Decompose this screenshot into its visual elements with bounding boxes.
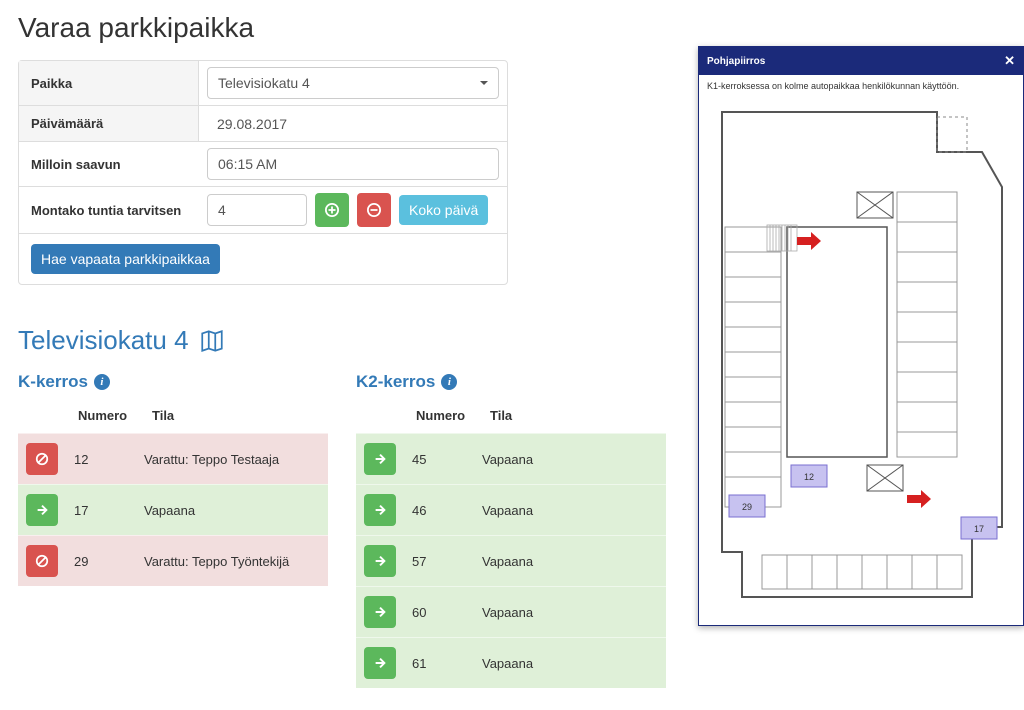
floor-k2-title: K2-kerros <box>356 372 435 392</box>
block-icon <box>35 554 49 568</box>
spot-number: 17 <box>74 503 144 518</box>
search-button[interactable]: Hae vapaata parkkipaikkaa <box>31 244 220 274</box>
col-tila: Tila <box>152 408 324 423</box>
reserve-button[interactable] <box>26 494 58 526</box>
spot-row: 57 Vapaana <box>356 535 666 586</box>
spot-state: Vapaana <box>144 503 320 518</box>
svg-text:17: 17 <box>974 524 984 534</box>
floorplan-subtitle: K1-kerroksessa on kolme autopaikkaa henk… <box>699 75 1023 93</box>
info-icon[interactable]: i <box>94 374 110 390</box>
table-header: Numero Tila <box>356 402 666 433</box>
spot-row: 45 Vapaana <box>356 433 666 484</box>
floor-k-title: K-kerros <box>18 372 88 392</box>
arrival-label: Milloin saavun <box>19 142 199 186</box>
spot-state: Varattu: Teppo Testaaja <box>144 452 320 467</box>
unavailable-button <box>26 443 58 475</box>
plus-circle-icon <box>325 203 339 217</box>
spot-state: Vapaana <box>482 554 658 569</box>
hours-input[interactable] <box>207 194 307 226</box>
location-title-text: Televisiokatu 4 <box>18 325 189 356</box>
spot-number: 45 <box>412 452 482 467</box>
col-tila: Tila <box>490 408 662 423</box>
reserve-button[interactable] <box>364 596 396 628</box>
place-select[interactable]: Televisiokatu 4 <box>207 67 499 99</box>
spot-number: 60 <box>412 605 482 620</box>
floor-k-column: K-kerros i Numero Tila 12 Varattu: Teppo… <box>18 372 328 688</box>
increment-button[interactable] <box>315 193 349 227</box>
arrow-right-icon <box>373 605 387 619</box>
reserve-button[interactable] <box>364 545 396 577</box>
spot-number: 29 <box>74 554 144 569</box>
svg-text:29: 29 <box>742 502 752 512</box>
spot-row: 29 Varattu: Teppo Työntekijä <box>18 535 328 586</box>
info-icon[interactable]: i <box>441 374 457 390</box>
col-numero: Numero <box>416 408 490 423</box>
place-label: Paikka <box>19 61 199 105</box>
spot-row: 17 Vapaana <box>18 484 328 535</box>
page-title: Varaa parkkipaikka <box>18 12 1014 44</box>
spot-row: 61 Vapaana <box>356 637 666 688</box>
decrement-button[interactable] <box>357 193 391 227</box>
col-numero: Numero <box>78 408 152 423</box>
spot-state: Vapaana <box>482 503 658 518</box>
minus-circle-icon <box>367 203 381 217</box>
reserve-button[interactable] <box>364 443 396 475</box>
svg-text:12: 12 <box>804 472 814 482</box>
arrow-right-icon <box>373 554 387 568</box>
floorplan-title: Pohjapiirros <box>707 56 765 67</box>
arrival-time-input[interactable] <box>207 148 499 180</box>
block-icon <box>35 452 49 466</box>
floorplan-header: Pohjapiirros ✕ <box>699 47 1023 75</box>
chevron-down-icon <box>480 81 488 85</box>
spot-number: 61 <box>412 656 482 671</box>
date-label: Päivämäärä <box>19 106 199 141</box>
spot-row: 46 Vapaana <box>356 484 666 535</box>
hours-label: Montako tuntia tarvitsen <box>19 187 199 233</box>
reserve-button[interactable] <box>364 494 396 526</box>
full-day-button[interactable]: Koko päivä <box>399 195 488 225</box>
spot-state: Varattu: Teppo Työntekijä <box>144 554 320 569</box>
floor-k2-column: K2-kerros i Numero Tila 45 Vapaana 46 Va… <box>356 372 666 688</box>
spot-number: 46 <box>412 503 482 518</box>
spot-state: Vapaana <box>482 452 658 467</box>
spot-row: 12 Varattu: Teppo Testaaja <box>18 433 328 484</box>
spot-state: Vapaana <box>482 656 658 671</box>
arrow-right-icon <box>373 503 387 517</box>
spot-number: 57 <box>412 554 482 569</box>
arrow-right-icon <box>373 452 387 466</box>
search-form-panel: Paikka Televisiokatu 4 Päivämäärä 29.08.… <box>18 60 508 285</box>
close-icon[interactable]: ✕ <box>1004 53 1015 69</box>
floorplan-panel: Pohjapiirros ✕ K1-kerroksessa on kolme a… <box>698 46 1024 626</box>
date-value: 29.08.2017 <box>207 116 287 132</box>
spot-row: 60 Vapaana <box>356 586 666 637</box>
map-icon[interactable] <box>199 328 225 354</box>
arrow-right-icon <box>373 656 387 670</box>
floorplan-body: 12 29 17 <box>699 93 1023 625</box>
table-header: Numero Tila <box>18 402 328 433</box>
spot-state: Vapaana <box>482 605 658 620</box>
reserve-button[interactable] <box>364 647 396 679</box>
place-select-value: Televisiokatu 4 <box>218 75 310 91</box>
spot-number: 12 <box>74 452 144 467</box>
arrow-right-icon <box>35 503 49 517</box>
unavailable-button <box>26 545 58 577</box>
